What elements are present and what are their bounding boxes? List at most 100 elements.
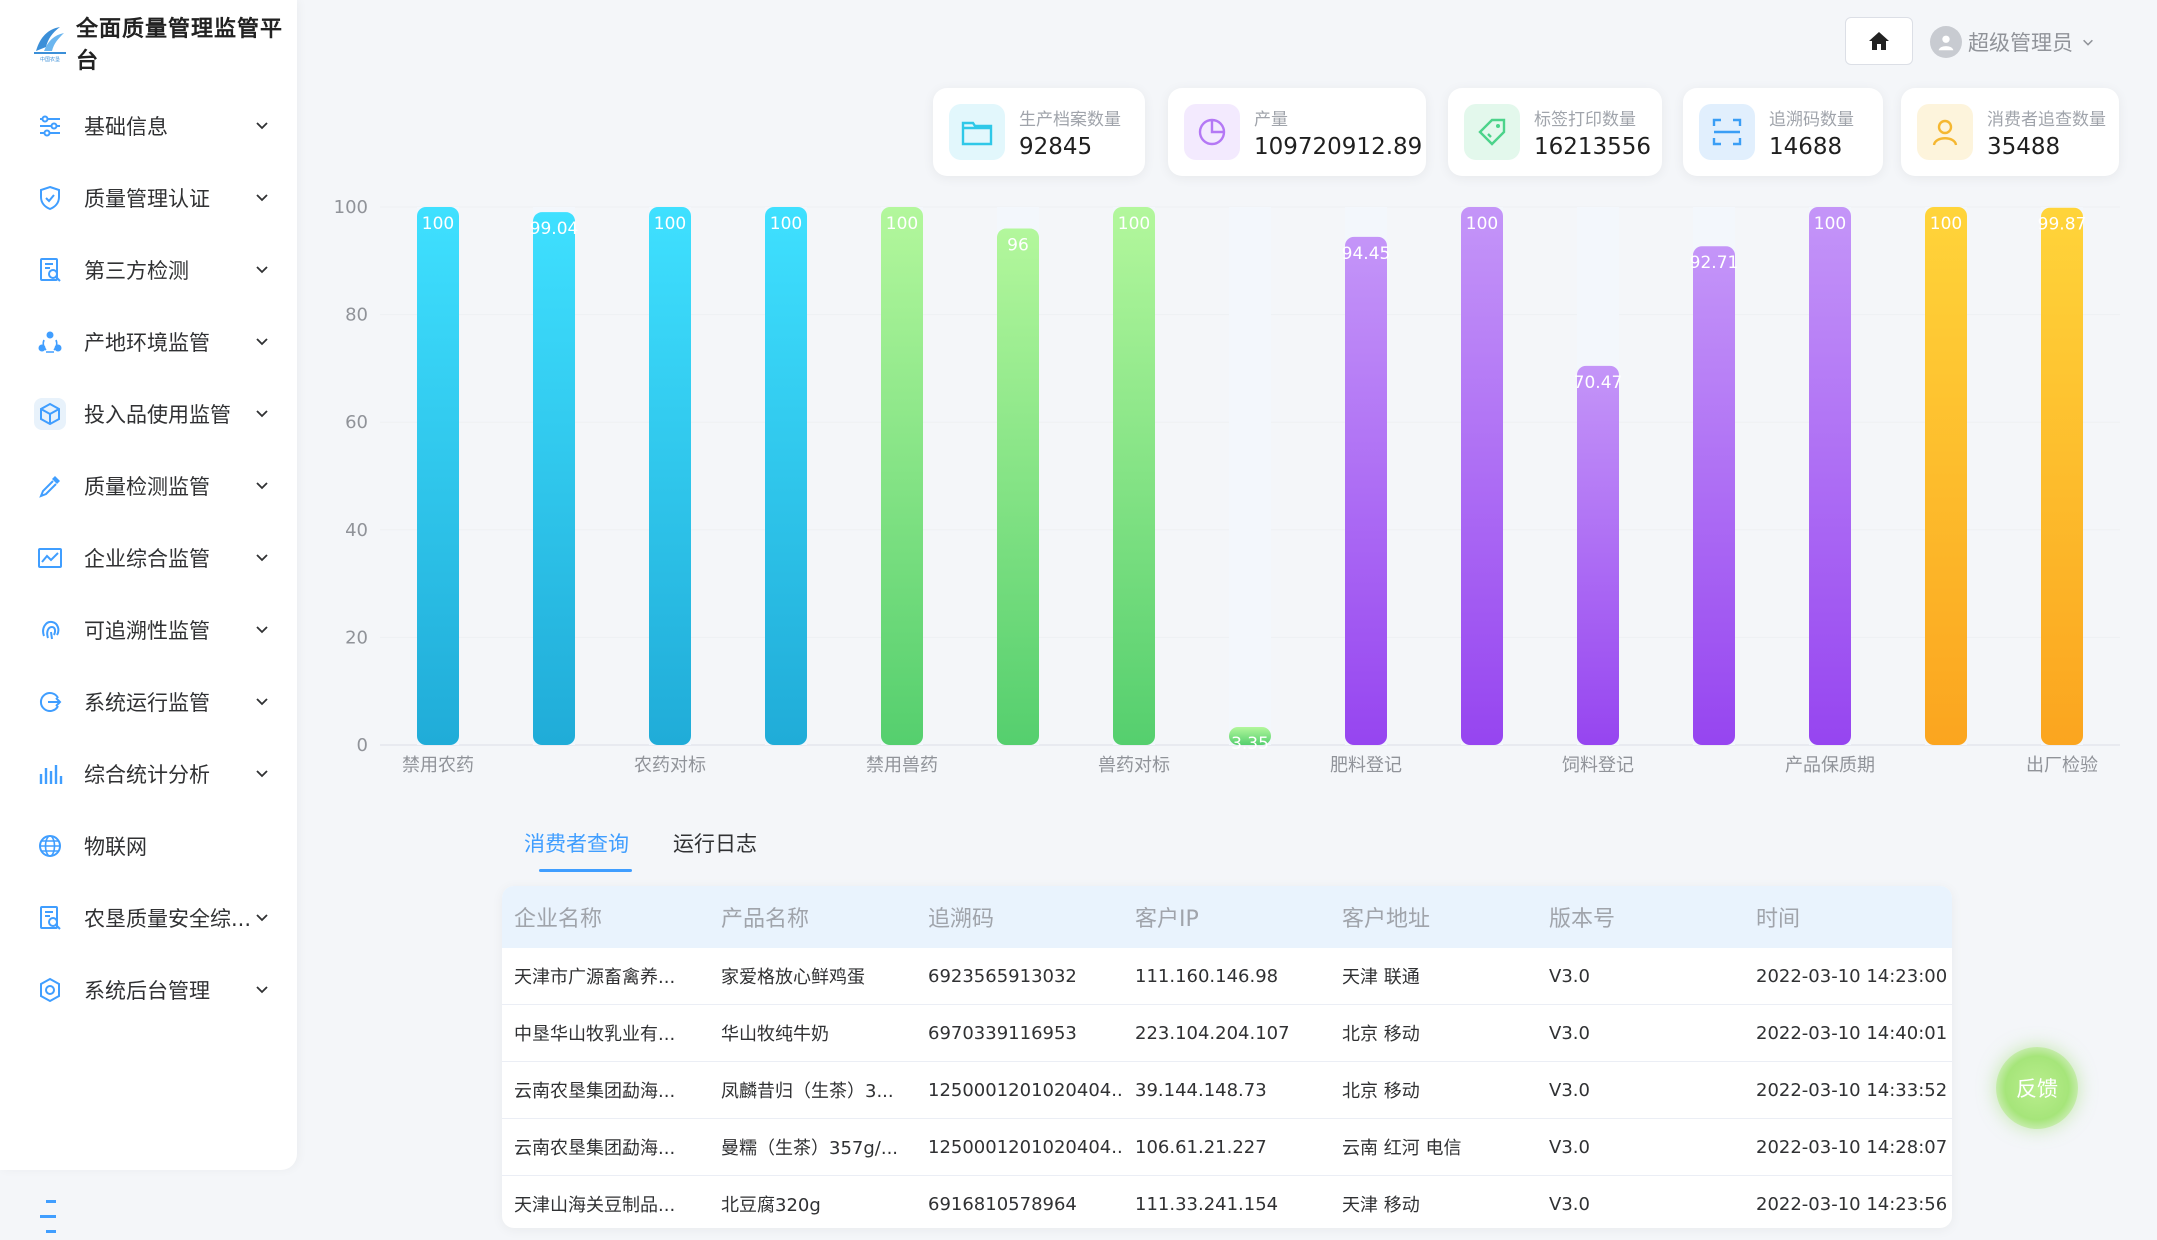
- chevron-down-icon: [253, 116, 271, 134]
- chevron-down-icon: [253, 908, 271, 926]
- x-tick-label: 出厂检验: [2026, 755, 2098, 776]
- column-header[interactable]: 产品名称: [709, 901, 916, 933]
- table-row[interactable]: 云南农垦集团勐海... 凤麟昔归（生茶）3... 1250001201020404.…: [502, 1062, 1952, 1119]
- bar-value-label: 100: [422, 214, 454, 234]
- document-search-icon: [34, 902, 66, 934]
- table-cell: 家爱格放心鲜鸡蛋: [721, 967, 865, 988]
- scan-icon: [1699, 104, 1755, 160]
- sidebar-item-label: 农垦质量安全综...: [84, 907, 252, 931]
- column-header[interactable]: 客户IP: [1123, 901, 1330, 933]
- table-cell: 2022-03-10 14:28:07: [1756, 1136, 1948, 1158]
- table-cell: 曼糯（生茶）357g/...: [721, 1138, 899, 1159]
- bar: [1925, 207, 1967, 745]
- sidebar-item[interactable]: 企业综合监管: [0, 522, 297, 594]
- feedback-button[interactable]: 反馈: [1996, 1047, 2078, 1129]
- sidebar-item[interactable]: 综合统计分析: [0, 738, 297, 810]
- x-tick-label: 禁用兽药: [866, 755, 938, 776]
- bar-chart: 0 20 40 60 80 100 100 禁用农药 99.04 100 农药对标 100 100 禁用兽…: [334, 197, 2120, 776]
- bar: [1577, 365, 1619, 745]
- table-cell: 凤麟昔归（生茶）3...: [721, 1081, 894, 1102]
- table-row[interactable]: 中垦华山牧乳业有... 华山牧纯牛奶 6970339116953 223.104.20…: [502, 1005, 1952, 1062]
- table-cell: V3.0: [1549, 965, 1590, 987]
- arrow-circle-icon: [34, 686, 66, 718]
- sidebar-item[interactable]: 农垦质量安全综...: [0, 882, 297, 954]
- folder-icon: [949, 104, 1005, 160]
- bar-value-label: 3.35: [1231, 734, 1269, 754]
- stat-value: 92845: [1019, 133, 1093, 160]
- sidebar-item-label: 可追溯性监管: [84, 619, 210, 643]
- stat-label: 消费者追查数量: [1987, 109, 2106, 130]
- table-cell: 39.144.148.73: [1135, 1079, 1267, 1101]
- sliders-icon: [34, 110, 66, 142]
- app-title: 全面质量管理监管平台: [76, 17, 284, 74]
- tab-run-log[interactable]: 运行日志: [673, 828, 757, 868]
- bar-value-label: 94.45: [1342, 244, 1391, 264]
- sidebar-item[interactable]: 产地环境监管: [0, 306, 297, 378]
- sidebar-item-label: 物联网: [84, 835, 147, 859]
- app-logo[interactable]: 中国农垦 全面质量管理监管平台: [30, 17, 297, 74]
- table-cell: 天津 联通: [1342, 967, 1420, 988]
- shield-check-icon: [34, 182, 66, 214]
- sidebar-item[interactable]: 物联网: [0, 810, 297, 882]
- bar-value-label: 99.87: [2038, 215, 2087, 235]
- sidebar-item[interactable]: 质量检测监管: [0, 450, 297, 522]
- chevron-down-icon: [253, 404, 271, 422]
- tab-bar: 消费者查询 运行日志: [524, 828, 801, 872]
- table-row[interactable]: 天津山海关豆制品... 北豆腐320g 6916810578964 111.33.24…: [502, 1176, 1952, 1228]
- table-cell: 北京 移动: [1342, 1081, 1420, 1102]
- x-tick-label: 产品保质期: [1785, 755, 1875, 776]
- stat-card: 生产档案数量 92845: [933, 88, 1145, 176]
- column-header[interactable]: 时间: [1744, 901, 1952, 933]
- collapse-menu-icon[interactable]: [40, 1198, 62, 1236]
- sidebar-item-label: 系统运行监管: [84, 691, 210, 715]
- table-row[interactable]: 天津市广源畜禽养... 家爱格放心鲜鸡蛋 6923565913032 111.160.…: [502, 948, 1952, 1005]
- table-cell: 223.104.204.107: [1135, 1022, 1290, 1044]
- sidebar-item[interactable]: 投入品使用监管: [0, 378, 297, 450]
- sidebar-item[interactable]: 第三方检测: [0, 234, 297, 306]
- table-row[interactable]: 云南农垦集团勐海... 曼糯（生茶）357g/... 125000120102040…: [502, 1119, 1952, 1176]
- tab-consumer-query[interactable]: 消费者查询: [524, 828, 632, 872]
- sidebar-item-label: 系统后台管理: [84, 979, 210, 1003]
- bar: [649, 207, 691, 745]
- table-cell: V3.0: [1549, 1079, 1590, 1101]
- column-header[interactable]: 追溯码: [916, 901, 1123, 933]
- cube-icon: [34, 398, 66, 430]
- table-cell: 华山牧纯牛奶: [721, 1024, 829, 1045]
- user-menu[interactable]: 超级管理员: [1930, 22, 2095, 62]
- home-button[interactable]: [1845, 17, 1913, 65]
- table-body: 天津市广源畜禽养... 家爱格放心鲜鸡蛋 6923565913032 111.160.…: [502, 948, 1952, 1228]
- fingerprint-icon: [34, 614, 66, 646]
- sidebar-item[interactable]: 基础信息: [0, 90, 297, 162]
- bar-value-label: 100: [1814, 214, 1846, 234]
- table-cell: 北京 移动: [1342, 1024, 1420, 1045]
- bar: [533, 212, 575, 745]
- chevron-down-icon: [253, 188, 271, 206]
- table-cell: 中垦华山牧乳业有...: [514, 1024, 676, 1045]
- sidebar-item-label: 第三方检测: [84, 259, 189, 283]
- stat-label: 追溯码数量: [1769, 109, 1854, 130]
- y-tick-label: 80: [345, 305, 368, 326]
- sidebar-item[interactable]: 系统运行监管: [0, 666, 297, 738]
- bar: [881, 207, 923, 745]
- stat-card: 标签打印数量 16213556: [1448, 88, 1662, 176]
- bar: [1345, 236, 1387, 745]
- sidebar-item[interactable]: 系统后台管理: [0, 954, 297, 1026]
- column-header[interactable]: 客户地址: [1330, 901, 1537, 933]
- x-tick-label: 兽药对标: [1098, 755, 1170, 776]
- y-tick-label: 20: [345, 627, 368, 648]
- sidebar-item[interactable]: 可追溯性监管: [0, 594, 297, 666]
- chevron-down-icon: [253, 548, 271, 566]
- bar: [1461, 207, 1503, 745]
- chevron-down-icon: [253, 332, 271, 350]
- stat-label: 标签打印数量: [1534, 109, 1636, 130]
- sidebar-item[interactable]: 质量管理认证: [0, 162, 297, 234]
- stat-value: 109720912.89: [1254, 133, 1423, 160]
- column-header[interactable]: 企业名称: [502, 901, 709, 933]
- x-tick-label: 禁用农药: [402, 755, 474, 776]
- column-header[interactable]: 版本号: [1537, 901, 1744, 933]
- table-cell: 111.33.241.154: [1135, 1193, 1279, 1215]
- sidebar-item-label: 产地环境监管: [84, 331, 210, 355]
- table-cell: 106.61.21.227: [1135, 1136, 1267, 1158]
- user-icon: [1917, 104, 1973, 160]
- chevron-down-icon: [253, 476, 271, 494]
